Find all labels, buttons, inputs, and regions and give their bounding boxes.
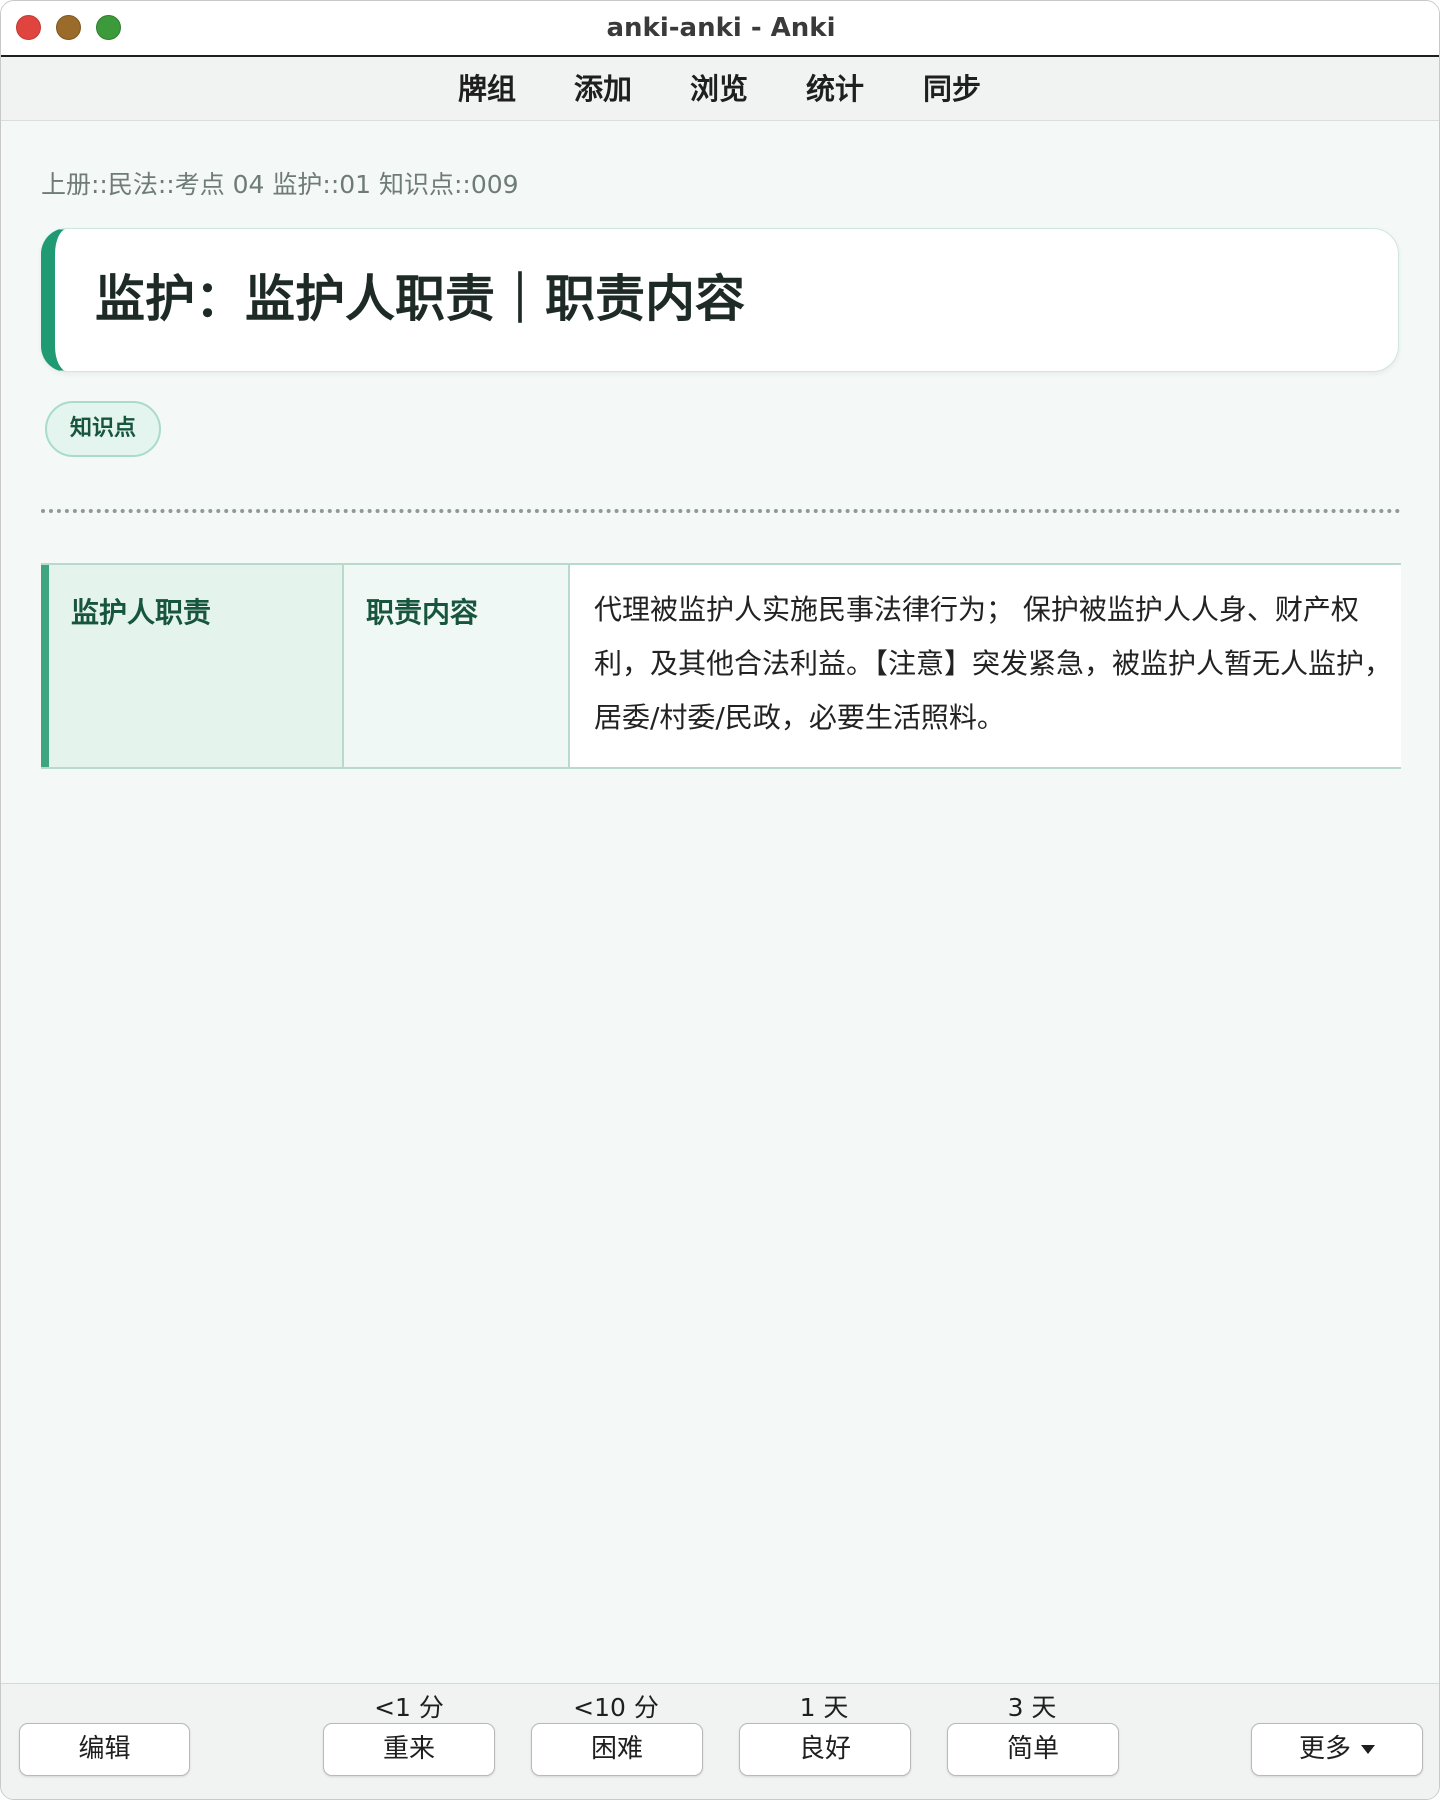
- chevron-down-icon: [1361, 1745, 1375, 1754]
- interval-hard: <10 分: [573, 1693, 659, 1722]
- edit-button[interactable]: 编辑: [19, 1723, 190, 1776]
- toolbar-sync[interactable]: 同步: [923, 57, 981, 121]
- dotted-divider: [41, 509, 1401, 513]
- toolbar-stats[interactable]: 统计: [806, 57, 864, 121]
- knowledge-table: 监护人职责 职责内容 代理被监护人实施民事法律行为； 保护被监护人人身、财产权利…: [41, 563, 1401, 769]
- toolbar-add[interactable]: 添加: [574, 57, 632, 121]
- toolbar-decks[interactable]: 牌组: [458, 57, 516, 121]
- more-button[interactable]: 更多: [1251, 1723, 1423, 1776]
- table-cell-subtopic: 职责内容: [344, 565, 570, 767]
- window-title: anki-anki - Anki: [606, 13, 836, 43]
- card-title-panel: 监护：监护人职责｜职责内容: [41, 228, 1399, 372]
- anki-window: anki-anki - Anki 牌组 添加 浏览 统计 同步 上册::民法::…: [0, 0, 1440, 1800]
- interval-again: <1 分: [374, 1693, 444, 1722]
- table-cell-content: 代理被监护人实施民事法律行为； 保护被监护人人身、财产权利，及其他合法利益。【注…: [570, 565, 1401, 767]
- again-button[interactable]: 重来: [323, 1723, 495, 1776]
- content-text: 代理被监护人实施民事法律行为； 保护被监护人人身、财产权利，及其他合法利益。【注…: [594, 593, 1393, 734]
- answer-bar: 编辑 <1 分 重来 <10 分 困难 1 天 良好 3 天 简单 更多: [1, 1683, 1439, 1799]
- card-content: 上册::民法::考点 04 监护::01 知识点::009 监护：监护人职责｜职…: [1, 121, 1439, 1683]
- tag-badge: 知识点: [45, 401, 161, 457]
- topic-label: 监护人职责: [71, 596, 212, 629]
- toolbar-browse[interactable]: 浏览: [690, 57, 748, 121]
- good-button[interactable]: 良好: [739, 1723, 911, 1776]
- hard-button[interactable]: 困难: [531, 1723, 703, 1776]
- card-title: 监护：监护人职责｜职责内容: [95, 270, 745, 328]
- main-toolbar: 牌组 添加 浏览 统计 同步: [1, 57, 1439, 121]
- easy-button[interactable]: 简单: [947, 1723, 1119, 1776]
- more-label: 更多: [1298, 1734, 1351, 1764]
- interval-good: 1 天: [799, 1693, 849, 1722]
- interval-easy: 3 天: [1007, 1693, 1057, 1722]
- subtopic-label: 职责内容: [366, 596, 479, 629]
- deck-breadcrumb: 上册::民法::考点 04 监护::01 知识点::009: [41, 170, 519, 199]
- title-bar: anki-anki - Anki: [1, 1, 1439, 57]
- table-cell-topic: 监护人职责: [41, 565, 344, 767]
